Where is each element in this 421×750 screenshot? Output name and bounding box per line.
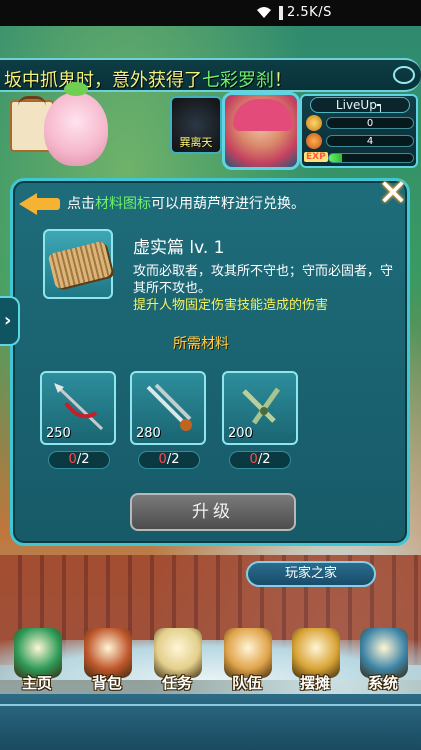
gem-row: 4 bbox=[306, 133, 416, 149]
player-stats-panel: LiveUp┑ 0 4 EXP bbox=[300, 94, 418, 168]
hint-text-end: 可以用葫芦籽进行兑换。 bbox=[151, 196, 305, 212]
house-icon bbox=[14, 628, 62, 678]
material-3-need: /2 bbox=[257, 452, 271, 467]
item-title: 虚实篇 lv. 1 bbox=[133, 238, 225, 258]
item-effect: 提升人物固定伤害技能造成的伤害 bbox=[133, 298, 329, 313]
material-2-qty: 280 bbox=[136, 426, 161, 441]
upgrade-button[interactable]: 升级 bbox=[130, 493, 296, 531]
chevron-right-icon: › bbox=[4, 310, 12, 331]
material-2-count: 0/2 bbox=[138, 451, 200, 469]
back-arrow-tail bbox=[34, 198, 60, 210]
hero-avatar[interactable] bbox=[222, 92, 300, 170]
status-bar: 2.5K/S bbox=[0, 0, 421, 26]
material-3-count: 0/2 bbox=[229, 451, 291, 469]
calendar-ring bbox=[18, 96, 46, 106]
nav-stall[interactable]: 摆摊 bbox=[284, 624, 346, 714]
material-2-need: /2 bbox=[166, 452, 180, 467]
material-1-count: 0/2 bbox=[48, 451, 110, 469]
skill-upgrade-dialog: 点击材料图标可以用葫芦籽进行兑换。 ✕ 虚实篇 lv. 1 攻而必取者，攻其所不… bbox=[10, 175, 413, 546]
announcement-highlight: 七彩罗刹 bbox=[202, 70, 274, 91]
nav-backpack[interactable]: 背包 bbox=[76, 624, 138, 714]
material-slot-1[interactable]: 250 bbox=[40, 371, 116, 445]
pet-portrait[interactable]: 巽离天 bbox=[170, 96, 222, 154]
material-slot-2[interactable]: 280 bbox=[130, 371, 206, 445]
material-2-have: 0 bbox=[158, 452, 167, 467]
announcement-text-end: ！ bbox=[274, 70, 292, 91]
banner-ornament-icon bbox=[393, 66, 415, 84]
close-button[interactable]: ✕ bbox=[373, 175, 413, 215]
exchange-hint: 点击材料图标可以用葫芦籽进行兑换。 bbox=[67, 193, 305, 213]
scroll-icon bbox=[154, 628, 202, 678]
peach-mascot-icon[interactable] bbox=[44, 82, 108, 166]
wifi-icon bbox=[257, 7, 271, 18]
hint-text-start: 点击 bbox=[67, 196, 95, 212]
gem-value: 4 bbox=[326, 135, 414, 147]
gear-icon bbox=[360, 628, 408, 678]
nav-quests-label: 任务 bbox=[161, 674, 192, 692]
chest-icon bbox=[84, 628, 132, 678]
pet-label: 巽离天 bbox=[179, 136, 213, 149]
hero-hair bbox=[233, 99, 293, 131]
nav-system[interactable]: 系统 bbox=[352, 624, 414, 714]
material-slot-3[interactable]: 200 bbox=[222, 371, 298, 445]
required-materials-label: 所需材料 bbox=[173, 336, 229, 352]
nav-stall-label: 摆摊 bbox=[299, 674, 330, 692]
material-3-have: 0 bbox=[249, 452, 258, 467]
nav-backpack-label: 背包 bbox=[91, 674, 122, 692]
material-1-have: 0 bbox=[68, 452, 77, 467]
team-icon bbox=[224, 628, 272, 678]
material-1-qty: 250 bbox=[46, 426, 71, 441]
player-name: LiveUp┑ bbox=[310, 97, 410, 113]
announcement-banner: 坂中抓鬼时，意外获得了七彩罗刹！ bbox=[0, 58, 421, 92]
item-icon-frame[interactable] bbox=[43, 229, 113, 299]
announcement-text: 坂中抓鬼时，意外获得了七彩罗刹！ bbox=[4, 66, 292, 92]
back-button[interactable] bbox=[19, 189, 63, 217]
nav-team[interactable]: 队伍 bbox=[216, 624, 278, 714]
exp-bar bbox=[328, 153, 414, 163]
nav-home[interactable]: 主页 bbox=[6, 624, 68, 714]
nav-team-label: 队伍 bbox=[231, 674, 262, 692]
item-description: 攻而必取者，攻其所不守也；守而必固者，守其所不攻也。 bbox=[133, 264, 394, 296]
bottom-nav: 主页 背包 任务 队伍 摆摊 系统 bbox=[0, 624, 421, 714]
nav-quests[interactable]: 任务 bbox=[146, 624, 208, 714]
gold-row: 0 bbox=[306, 115, 416, 131]
coin-stall-icon bbox=[292, 628, 340, 678]
nav-system-label: 系统 bbox=[367, 674, 398, 692]
signal-divider bbox=[279, 6, 283, 20]
gold-value: 0 bbox=[326, 117, 414, 129]
material-3-qty: 200 bbox=[228, 426, 253, 441]
nav-home-label: 主页 bbox=[21, 674, 52, 692]
exp-fill bbox=[329, 154, 342, 162]
announcement-text-part: 坂中抓鬼时，意外获得了 bbox=[4, 70, 202, 91]
network-speed: 2.5K/S bbox=[287, 5, 332, 20]
gem-icon bbox=[306, 133, 322, 149]
player-home-tag[interactable]: 玩家之家 bbox=[246, 561, 376, 587]
gold-coin-icon bbox=[306, 115, 322, 131]
material-1-need: /2 bbox=[76, 452, 90, 467]
bamboo-scroll-icon bbox=[47, 240, 113, 290]
exp-label: EXP bbox=[304, 152, 328, 162]
side-panel-toggle[interactable]: › bbox=[0, 296, 20, 346]
peach-leaf bbox=[64, 82, 88, 96]
hint-highlight: 材料图标 bbox=[95, 196, 151, 212]
